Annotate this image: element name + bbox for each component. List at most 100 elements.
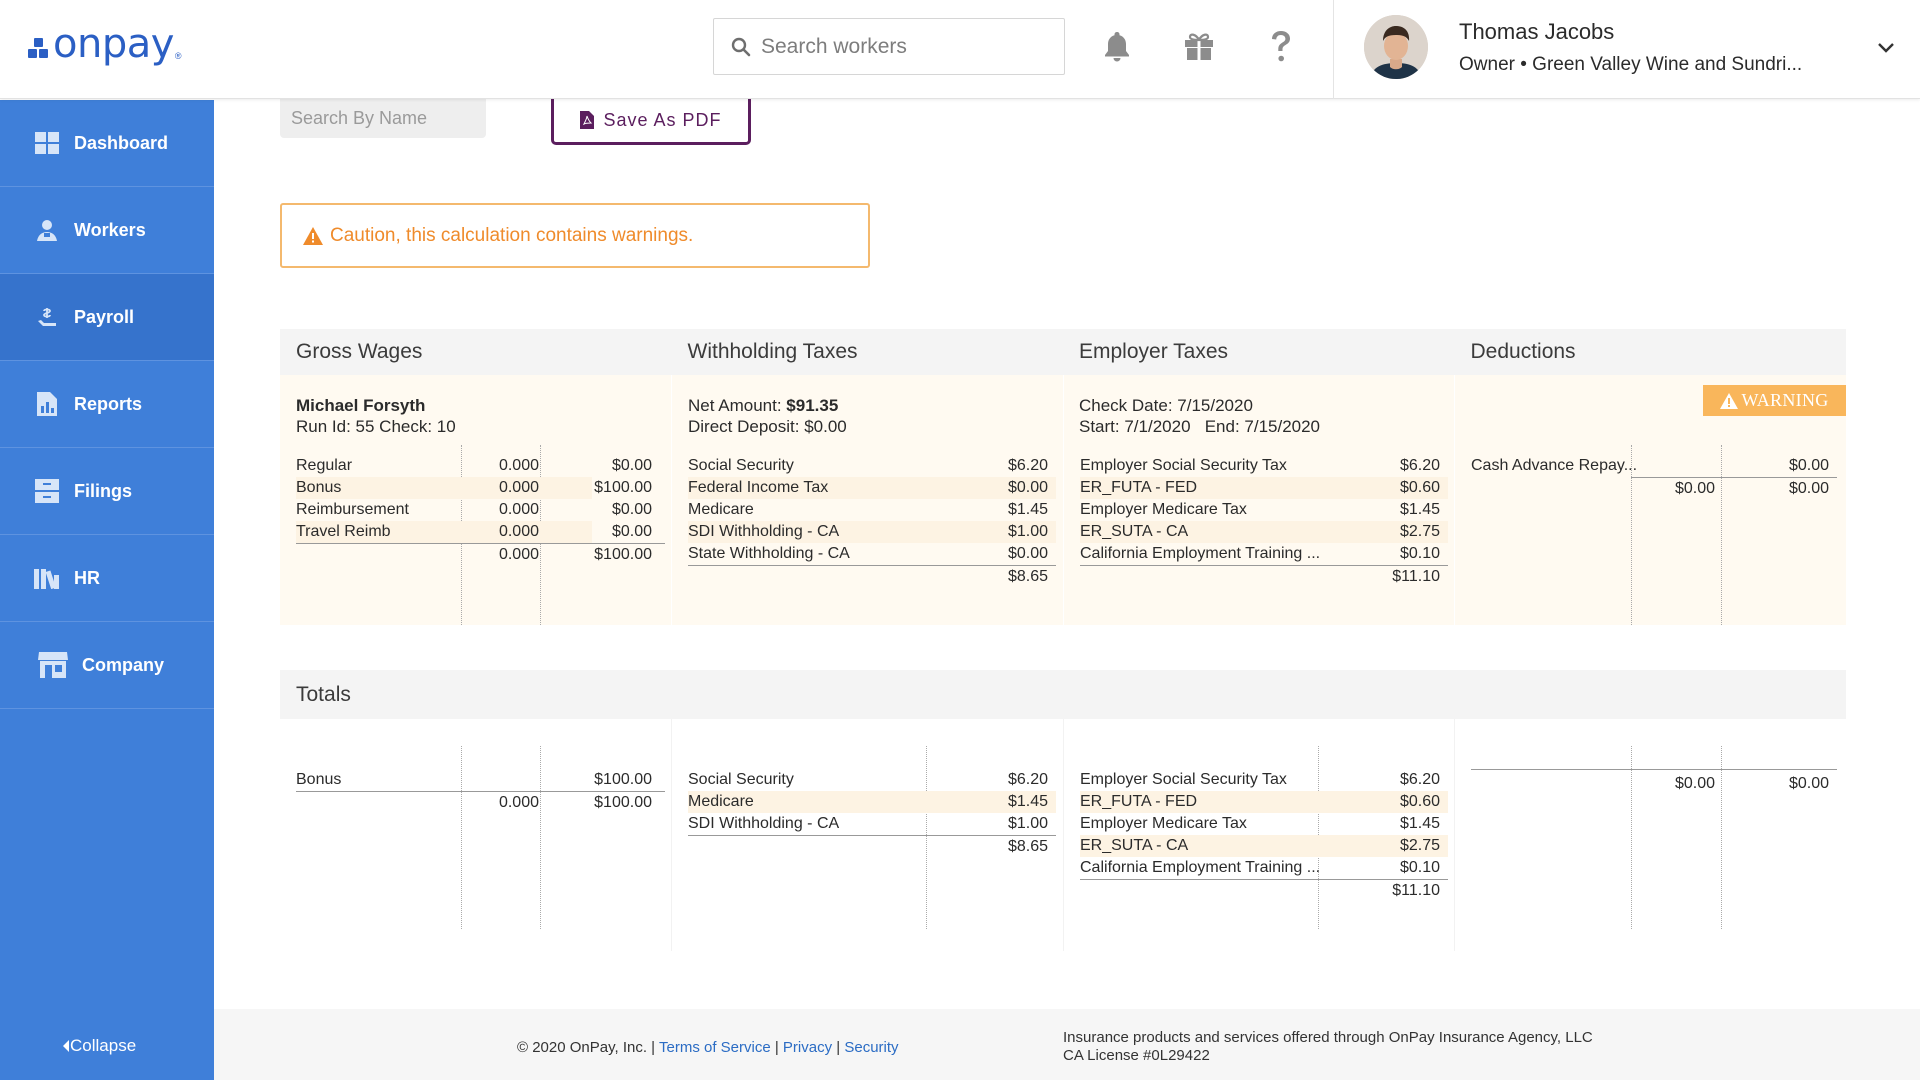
warning-label: WARNING bbox=[1741, 390, 1829, 410]
row-label: ER_FUTA - FED bbox=[1080, 479, 1198, 496]
search-by-name-input[interactable] bbox=[280, 98, 486, 138]
totals-employer-rows: Employer Social Security Tax $6.20 ER_FUTA… bbox=[1080, 769, 1448, 902]
row-amount: $1.45 bbox=[1399, 815, 1440, 832]
row-label: Medicare bbox=[688, 501, 754, 518]
col-head-deductions: Deductions bbox=[1470, 340, 1576, 363]
copyright: © 2020 OnPay, Inc. | bbox=[517, 1039, 659, 1056]
row-label: Social Security bbox=[688, 771, 794, 788]
row-amount: $0.00 bbox=[1007, 479, 1048, 496]
sidebar-item-filings[interactable]: Filings bbox=[0, 448, 214, 535]
sidebar-item-company[interactable]: Company bbox=[0, 622, 214, 709]
dashboard-icon bbox=[34, 130, 60, 156]
employee-name[interactable]: Michael Forsyth bbox=[296, 395, 456, 416]
save-as-pdf-button[interactable]: Save As PDF bbox=[551, 98, 751, 145]
subtotal-hours: 0.000 bbox=[498, 794, 539, 811]
row-label: Employer Medicare Tax bbox=[1080, 501, 1247, 518]
table-row: California Employment Training ... $0.10 bbox=[1080, 857, 1448, 879]
employee-block: Michael Forsyth Run Id: 55 Check: 10 Net… bbox=[280, 375, 1846, 625]
row-amount: $0.00 bbox=[611, 501, 652, 518]
subtotal-row: $11.10 bbox=[1080, 880, 1448, 902]
table-row: Medicare $1.45 bbox=[688, 791, 1056, 813]
subtotal-row: $8.65 bbox=[688, 836, 1056, 858]
row-label: Travel Reimb bbox=[296, 523, 391, 540]
row-amount: $1.00 bbox=[1007, 815, 1048, 832]
table-row: Reimbursement 0.000 $0.00 bbox=[296, 499, 652, 521]
sidebar-item-hr[interactable]: HR bbox=[0, 535, 214, 622]
sidebar-item-label: Filings bbox=[74, 480, 132, 501]
row-amount: $6.20 bbox=[1007, 771, 1048, 788]
col-head-withholding-taxes: Withholding Taxes bbox=[687, 340, 858, 363]
subtotal-row: $0.00 $0.00 bbox=[1471, 478, 1837, 500]
sidebar-item-dashboard[interactable]: Dashboard bbox=[0, 100, 214, 187]
workers-icon bbox=[34, 217, 60, 243]
table-row: Employer Medicare Tax $1.45 bbox=[1080, 499, 1448, 521]
search-icon bbox=[731, 37, 751, 56]
row-amount: $0.10 bbox=[1399, 545, 1440, 562]
subtotal-row: 0.000 $100.00 bbox=[296, 544, 665, 566]
table-row: SDI Withholding - CA $1.00 bbox=[688, 813, 1056, 835]
subtotal-amount: $11.10 bbox=[1392, 882, 1440, 899]
search-workers-input[interactable] bbox=[761, 34, 1051, 59]
row-amount: $0.10 bbox=[1399, 859, 1440, 876]
totals-deductions-total-a: $0.00 bbox=[1674, 775, 1715, 792]
row-amount: $1.00 bbox=[1007, 523, 1048, 540]
row-label: ER_FUTA - FED bbox=[1080, 793, 1198, 810]
onpay-logo[interactable]: onpay ® bbox=[28, 21, 182, 67]
search-workers-box[interactable] bbox=[713, 18, 1065, 75]
deduction-rows: Cash Advance Repay... $0.00 $0.00 $0.00 bbox=[1471, 455, 1837, 500]
table-row: ER_SUTA - CA $2.75 bbox=[1080, 835, 1448, 857]
pdf-file-icon bbox=[580, 111, 595, 129]
sidebar-item-payroll[interactable]: Payroll bbox=[0, 274, 214, 361]
footer-separator: | bbox=[770, 1039, 783, 1056]
subtotal-row: $8.65 bbox=[688, 566, 1056, 588]
sidebar-item-workers[interactable]: Workers bbox=[0, 187, 214, 274]
col-head-employer-taxes: Employer Taxes bbox=[1079, 340, 1229, 363]
table-row: Employer Social Security Tax $6.20 bbox=[1080, 455, 1448, 477]
subtotal-amount: $8.65 bbox=[1007, 568, 1048, 585]
warning-triangle-icon bbox=[1720, 392, 1739, 409]
row-amount: $100.00 bbox=[594, 771, 652, 788]
withholding-rows: Social Security $6.20 Federal Income Tax $0… bbox=[688, 455, 1056, 588]
row-amount: $1.45 bbox=[1007, 793, 1048, 810]
gross-rows: Regular 0.000 $0.00 Bonus 0.000 $100.00 Reimbu… bbox=[296, 455, 665, 566]
sidebar: Dashboard Workers Payroll Reports Filing… bbox=[0, 100, 214, 1080]
row-amount: $0.00 bbox=[611, 523, 652, 540]
security-link[interactable]: Security bbox=[844, 1039, 898, 1056]
user-role[interactable]: Owner • Green Valley Wine and Sundri... bbox=[1459, 54, 1802, 76]
terms-of-service-link[interactable]: Terms of Service bbox=[659, 1039, 771, 1056]
footer-links: © 2020 OnPay, Inc. | Terms of Service | … bbox=[517, 1039, 899, 1056]
totals-gross-rows: Bonus $100.00 0.000 $100.00 bbox=[296, 769, 665, 814]
main-content: Save As PDF Caution, this calculation co… bbox=[214, 98, 1920, 1009]
table-row: Regular 0.000 $0.00 bbox=[296, 455, 652, 477]
table-row: Medicare $1.45 bbox=[688, 499, 1056, 521]
help-icon[interactable] bbox=[1261, 26, 1301, 66]
totals-withholding-rows: Social Security $6.20 Medicare $1.45 SDI Wit… bbox=[688, 769, 1056, 858]
row-amount: $1.45 bbox=[1399, 501, 1440, 518]
logo-registered-mark: ® bbox=[174, 51, 182, 61]
warning-badge[interactable]: WARNING bbox=[1703, 385, 1846, 416]
direct-deposit: Direct Deposit: $0.00 bbox=[688, 417, 847, 436]
row-amount: $2.75 bbox=[1399, 837, 1440, 854]
privacy-link[interactable]: Privacy bbox=[783, 1039, 832, 1056]
user-avatar[interactable] bbox=[1364, 15, 1428, 79]
employee-info: Michael Forsyth Run Id: 55 Check: 10 bbox=[296, 395, 456, 437]
deductions-table: Cash Advance Repay... $0.00 $0.00 $0.00 bbox=[1455, 445, 1846, 625]
user-name[interactable]: Thomas Jacobs bbox=[1459, 19, 1614, 45]
caution-alert: Caution, this calculation contains warni… bbox=[280, 203, 870, 268]
save-as-pdf-label: Save As PDF bbox=[603, 109, 722, 130]
bell-icon[interactable] bbox=[1097, 26, 1137, 66]
row-hours: 0.000 bbox=[498, 523, 539, 540]
sidebar-item-label: HR bbox=[74, 567, 100, 588]
sidebar-item-reports[interactable]: Reports bbox=[0, 361, 214, 448]
row-label: ER_SUTA - CA bbox=[1080, 837, 1189, 854]
row-amount: $2.75 bbox=[1399, 523, 1440, 540]
collapse-sidebar-button[interactable]: Collapse bbox=[62, 1036, 136, 1056]
chevron-down-icon[interactable] bbox=[1874, 36, 1898, 60]
net-amount-label: Net Amount: bbox=[688, 396, 787, 415]
pay-period: Start: 7/1/2020 End: 7/15/2020 bbox=[1079, 417, 1321, 436]
table-row: Social Security $6.20 bbox=[688, 769, 1056, 791]
sidebar-item-label: Dashboard bbox=[74, 132, 169, 153]
logo-text: onpay bbox=[53, 21, 174, 67]
table-row: ER_FUTA - FED $0.60 bbox=[1080, 477, 1448, 499]
gift-icon[interactable] bbox=[1179, 26, 1219, 66]
